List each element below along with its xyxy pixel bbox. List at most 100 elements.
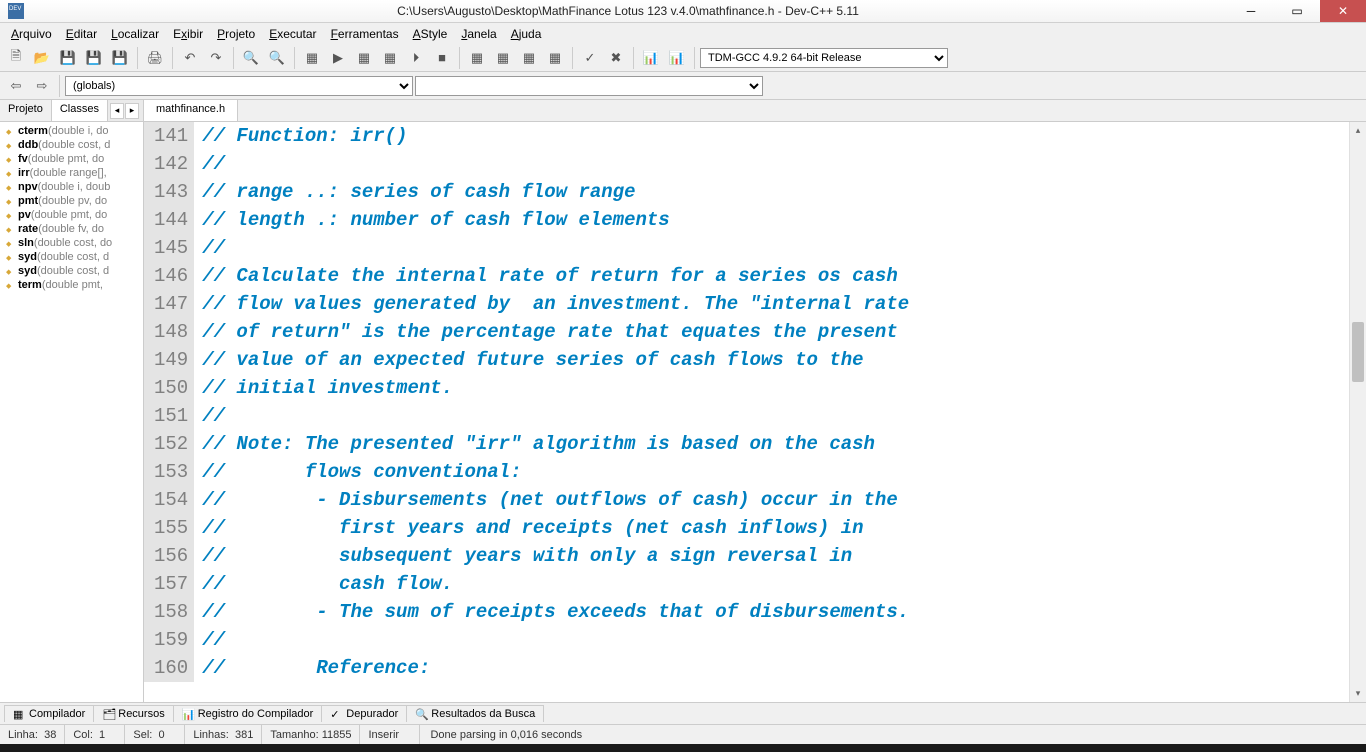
sidebar-tab-projeto[interactable]: Projeto	[0, 100, 52, 121]
tab-scroll-right-icon[interactable]: ▸	[125, 103, 139, 119]
back-icon[interactable]: ⇦	[4, 74, 28, 98]
grid2-icon[interactable]: ▦	[491, 46, 515, 70]
check-icon: ✓	[330, 708, 342, 720]
redo-icon[interactable]: ↷	[204, 46, 228, 70]
titlebar: C:\Users\Augusto\Desktop\MathFinance Lot…	[0, 0, 1366, 23]
log-icon: 📊	[182, 708, 194, 720]
class-tree[interactable]: cterm (double i, doddb (double cost, dfv…	[0, 122, 143, 702]
grid4-icon[interactable]: ▦	[543, 46, 567, 70]
check-icon[interactable]: ✓	[578, 46, 602, 70]
menu-janela[interactable]: Janela	[454, 25, 503, 43]
tab-recursos[interactable]: 🗂 Recursos	[93, 705, 173, 722]
tree-function-rate[interactable]: rate (double fv, do	[0, 222, 143, 236]
bottom-panel-tabs: ▦Compilador 🗂 Recursos 📊 Registro do Compi…	[0, 702, 1366, 724]
vertical-scrollbar[interactable]: ▴ ▾	[1349, 122, 1366, 702]
menu-ajuda[interactable]: Ajuda	[504, 25, 549, 43]
toolbar-sep	[694, 47, 695, 69]
menu-editar[interactable]: Editar	[59, 25, 104, 43]
menu-astyle[interactable]: AStyle	[406, 25, 455, 43]
tree-function-pmt[interactable]: pmt (double pv, do	[0, 194, 143, 208]
menu-executar[interactable]: Executar	[262, 25, 323, 43]
grid3-icon[interactable]: ▦	[517, 46, 541, 70]
tree-function-cterm[interactable]: cterm (double i, do	[0, 124, 143, 138]
minimize-button[interactable]: ─	[1228, 0, 1274, 22]
status-mode: Inserir	[360, 725, 420, 744]
toolbar-sep	[172, 47, 173, 69]
replace-icon[interactable]: 🔍	[265, 46, 289, 70]
editor-tab[interactable]: mathfinance.h	[144, 100, 238, 121]
scroll-up-icon[interactable]: ▴	[1350, 122, 1366, 139]
scrollbar-thumb[interactable]	[1352, 322, 1364, 382]
save-as-icon[interactable]: 💾	[108, 46, 132, 70]
resource-icon: 🗂	[102, 708, 114, 720]
tree-function-sln[interactable]: sln (double cost, do	[0, 236, 143, 250]
menu-projeto[interactable]: Projeto	[210, 25, 262, 43]
sidebar-tabs: Projeto Classes ◂ ▸	[0, 100, 143, 122]
tab-scroll-left-icon[interactable]: ◂	[110, 103, 124, 119]
tree-function-npv[interactable]: npv (double i, doub	[0, 180, 143, 194]
save-icon[interactable]: 💾	[56, 46, 80, 70]
toolbar-scope: ⇦ ⇨ (globals)	[0, 72, 1366, 100]
toolbar-sep	[59, 75, 60, 97]
compile-icon[interactable]: ▦	[300, 46, 324, 70]
tab-label: Depurador	[346, 708, 398, 720]
profile-icon[interactable]: 📊	[639, 46, 663, 70]
print-icon[interactable]: 🖨	[143, 46, 167, 70]
open-file-icon[interactable]: 📂	[30, 46, 54, 70]
line-gutter: 1411421431441451461471481491501511521531…	[144, 122, 194, 682]
window-title: C:\Users\Augusto\Desktop\MathFinance Lot…	[28, 4, 1228, 18]
tree-function-syd[interactable]: syd (double cost, d	[0, 250, 143, 264]
toolbar-sep	[137, 47, 138, 69]
toolbar-sep	[233, 47, 234, 69]
menu-ferramentas[interactable]: Ferramentas	[324, 25, 406, 43]
toolbar-sep	[459, 47, 460, 69]
save-all-icon[interactable]: 💾	[82, 46, 106, 70]
tab-label: Recursos	[118, 708, 164, 720]
tab-label: Registro do Compilador	[198, 708, 314, 720]
editor-area: mathfinance.h 14114214314414514614714814…	[144, 100, 1366, 702]
editor-viewport[interactable]: 1411421431441451461471481491501511521531…	[144, 122, 1366, 702]
tree-function-ddb[interactable]: ddb (double cost, d	[0, 138, 143, 152]
app-icon	[8, 3, 24, 19]
code-lines[interactable]: // Function: irr()//// range ..: series …	[194, 122, 909, 682]
status-parse: Done parsing in 0,016 seconds	[420, 729, 1366, 741]
tab-label: Compilador	[29, 708, 85, 720]
tab-registro[interactable]: 📊 Registro do Compilador	[173, 705, 323, 722]
tree-function-fv[interactable]: fv (double pmt, do	[0, 152, 143, 166]
sidebar-tab-classes[interactable]: Classes	[52, 100, 108, 121]
scope-select[interactable]: (globals)	[65, 76, 413, 96]
taskbar-sliver	[0, 744, 1366, 752]
status-col: Col: 1	[65, 725, 125, 744]
grid1-icon[interactable]: ▦	[465, 46, 489, 70]
maximize-button[interactable]: ▭	[1274, 0, 1320, 22]
delete-profile-icon[interactable]: 📊	[665, 46, 689, 70]
find-icon[interactable]: 🔍	[239, 46, 263, 70]
rebuild-icon[interactable]: ▦	[378, 46, 402, 70]
tab-resultados[interactable]: 🔍Resultados da Busca	[406, 705, 544, 722]
menu-localizar[interactable]: Localizar	[104, 25, 166, 43]
status-linha: Linha: 38	[0, 725, 65, 744]
scroll-down-icon[interactable]: ▾	[1350, 685, 1366, 702]
undo-icon[interactable]: ↶	[178, 46, 202, 70]
run-icon[interactable]: ▶	[326, 46, 350, 70]
sidebar: Projeto Classes ◂ ▸ cterm (double i, dod…	[0, 100, 144, 702]
forward-icon[interactable]: ⇨	[30, 74, 54, 98]
tree-function-syd[interactable]: syd (double cost, d	[0, 264, 143, 278]
tab-compilador[interactable]: ▦Compilador	[4, 705, 94, 722]
tab-depurador[interactable]: ✓ Depurador	[321, 705, 407, 722]
compile-run-icon[interactable]: ▦	[352, 46, 376, 70]
menu-arquivo[interactable]: Arquivo	[4, 25, 59, 43]
member-select[interactable]	[415, 76, 763, 96]
tree-function-irr[interactable]: irr (double range[],	[0, 166, 143, 180]
tree-function-term[interactable]: term (double pmt,	[0, 278, 143, 292]
debug-icon[interactable]: ⏵	[404, 46, 428, 70]
tree-function-pv[interactable]: pv (double pmt, do	[0, 208, 143, 222]
compiler-select[interactable]: TDM-GCC 4.9.2 64-bit Release	[700, 48, 948, 68]
menu-exibir[interactable]: Exibir	[166, 25, 210, 43]
stop-icon[interactable]: ■	[430, 46, 454, 70]
statusbar: Linha: 38 Col: 1 Sel: 0 Linhas: 381 Tama…	[0, 724, 1366, 744]
cancel-icon[interactable]: ✖	[604, 46, 628, 70]
new-file-icon[interactable]: 🗎	[4, 46, 28, 70]
close-button[interactable]: ✕	[1320, 0, 1366, 22]
toolbar-sep	[633, 47, 634, 69]
